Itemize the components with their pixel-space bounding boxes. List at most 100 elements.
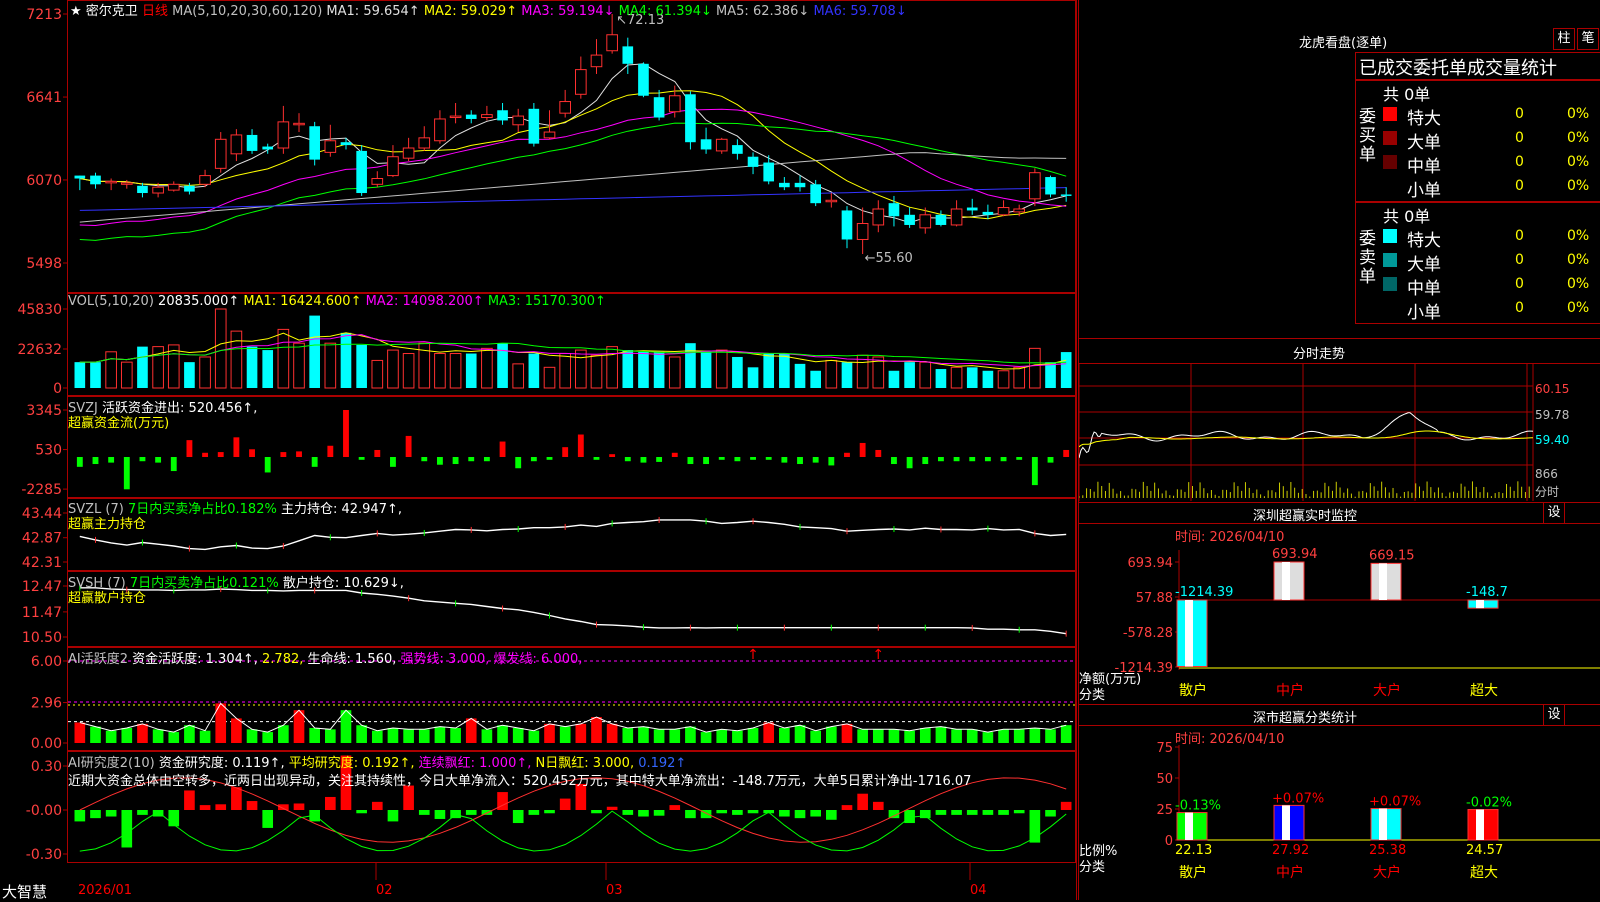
sz-monitor-cat-1: 中户 [1276, 682, 1304, 699]
svzj-bar-32 [577, 434, 584, 457]
sell-row-pct-3: 0% [1567, 300, 1590, 316]
sz-class-pct-1: 27.92 [1272, 843, 1309, 858]
ai3-bar-3 [121, 810, 133, 848]
intraday-chart[interactable] [1079, 364, 1600, 501]
svzj-bar-60 [1016, 457, 1023, 460]
vol-bar-61 [1029, 347, 1041, 389]
tick-mode-button[interactable]: 笔 [1577, 28, 1599, 50]
right-panel: 龙虎看盘(逐单) 柱 笔 已成交委托单成交量统计 委买单 共 0单 特大 0 0… [1078, 0, 1600, 900]
buy-swatch-2 [1383, 155, 1397, 169]
candle-body-57 [966, 207, 978, 211]
candle-body-59 [997, 207, 1010, 216]
stock-terminal-window: ↑ ↑ 7213 6641 6070 5498 ↖72.13 ←55.60 45830 2263… [0, 0, 1600, 901]
ai2-bar-27 [497, 725, 508, 743]
ai3-bar-55 [935, 810, 947, 815]
lhb-header: 已成交委托单成交量统计 [1359, 58, 1557, 79]
ai3-bar-49 [841, 805, 853, 810]
sz-class-chg-3: -0.02% [1466, 796, 1512, 811]
candle-body-9 [214, 138, 227, 169]
vol-bar-42 [732, 356, 743, 388]
sz-monitor-axis-0: 693.94 [1128, 556, 1174, 571]
candle-body-45 [779, 182, 790, 188]
ai2-bar-26 [481, 729, 493, 743]
vol-bar-52 [888, 370, 900, 388]
candle-body-55 [935, 214, 947, 225]
candle-body-40 [700, 139, 712, 150]
sell-row-pct-2: 0% [1567, 276, 1590, 292]
buy-row-1: 大单 0 0% [1379, 127, 1600, 153]
candle-body-35 [622, 46, 634, 64]
ma-seg-2: MA2: 59.029↑ [423, 4, 522, 19]
vol-bar-55 [935, 369, 947, 388]
ai2-seg-3: 生命线: 1.560, [307, 652, 401, 667]
ai3-bar-33 [591, 810, 602, 814]
vol-bar-10 [230, 330, 243, 389]
ai3-bar-7 [184, 790, 195, 810]
svzj-bar-43 [750, 457, 756, 460]
candle-body-10 [230, 134, 243, 155]
ai2-bar-2 [105, 730, 117, 743]
ai3-seg-4: N日飘红: 3.000, [535, 756, 639, 771]
vol-bar-32 [575, 349, 587, 389]
svzj-bar-21 [405, 435, 412, 457]
ai3-seg-5: 0.192↑ [638, 756, 687, 771]
ai3-axis-2: -0.30 [26, 847, 62, 863]
sell-row-name-1: 大单 [1407, 255, 1441, 275]
ai3-bar-58 [982, 810, 994, 815]
ai2-bar-12 [262, 732, 274, 743]
ai2-bar-57 [966, 729, 978, 743]
vol-bar-30 [543, 366, 556, 389]
ai2-bar-4 [137, 723, 148, 743]
buy-row-name-0: 特大 [1407, 109, 1441, 129]
sell-swatch-3 [1383, 301, 1397, 315]
ai2-bar-8 [199, 730, 211, 743]
axis-labels: 7213664160705498↖72.13←55.60458302263203… [17, 7, 912, 863]
candle-body-26 [481, 114, 493, 119]
period-label[interactable]: 日线 [142, 4, 168, 19]
ai2-bar-53 [904, 730, 915, 743]
ai3-bar-30 [544, 810, 555, 814]
svzj-bar-23 [436, 457, 443, 465]
ai2-signal-43: ↑ [747, 647, 759, 663]
candle-body-52 [888, 203, 900, 217]
sz-monitor-settings-button[interactable]: 设 [1543, 502, 1565, 524]
ai2-bar-48 [826, 726, 837, 743]
svzj-bar-59 [1000, 457, 1007, 462]
sz-monitor-category-label: 分类 [1079, 688, 1106, 703]
ai2-axis-1: 2.96 [31, 696, 62, 712]
sz-class-settings-button[interactable]: 设 [1543, 704, 1565, 726]
vol-bar-18 [356, 344, 367, 388]
vol-bar-44 [763, 353, 775, 388]
vol-bar-17 [340, 332, 352, 388]
vol-bar-7 [184, 362, 195, 388]
date-label-mar: 03 [606, 883, 623, 898]
buy-row-pct-0: 0% [1567, 106, 1590, 122]
candle-body-49 [841, 210, 853, 240]
ai2-bar-45 [779, 727, 790, 743]
ai3-bar-35 [622, 810, 634, 815]
vol-seg-2: MA1: 16424.600↑ [243, 294, 366, 309]
vol-axis-2: 0 [53, 381, 62, 397]
svzj-bar-20 [390, 457, 396, 467]
bar-mode-button[interactable]: 柱 [1553, 28, 1575, 50]
svzj-bar-42 [734, 457, 741, 462]
vol-bar-28 [512, 363, 525, 389]
vol-bar-1 [90, 362, 101, 388]
candle-body-6 [167, 183, 180, 191]
candle-body-13 [277, 121, 290, 149]
svzl-title: 超赢主力持仓 [68, 517, 147, 532]
candle-body-38 [668, 95, 681, 113]
vol-bar-54 [919, 361, 932, 389]
vol-bar-25 [465, 353, 477, 388]
ai3-bar-37 [653, 810, 665, 816]
svzj-bar-0 [76, 457, 83, 467]
ai2-bar-63 [1060, 725, 1072, 743]
sell-row-3: 小单 0 0% [1379, 297, 1600, 323]
stock-name: 密尔克卫 [85, 4, 138, 19]
buy-swatch-3 [1383, 179, 1397, 193]
candle-body-56 [950, 208, 963, 226]
ai3-bar-41 [716, 810, 728, 814]
ai2-signal-51: ↑ [872, 647, 884, 663]
ma-line-3 [79, 108, 1067, 227]
svzj-bar-31 [562, 447, 569, 457]
